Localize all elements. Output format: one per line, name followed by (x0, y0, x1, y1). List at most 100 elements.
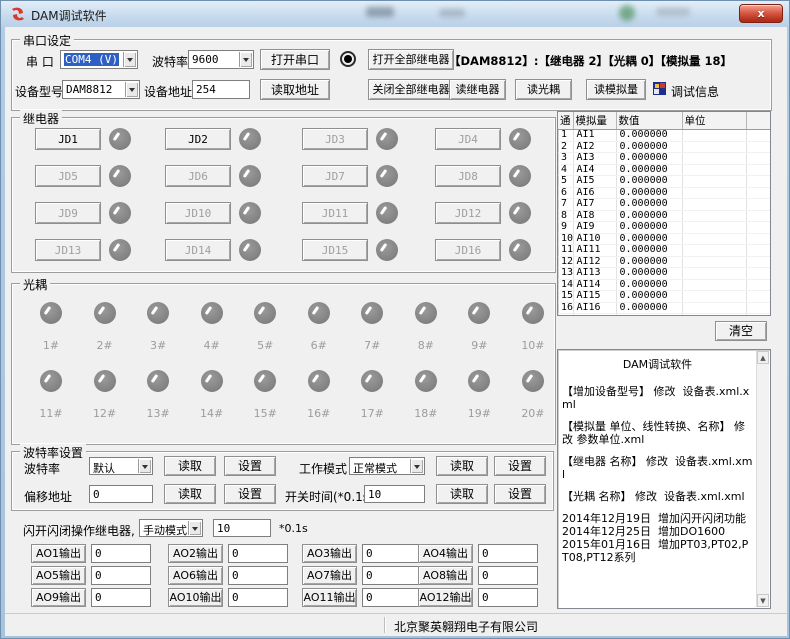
chevron-down-icon[interactable] (410, 459, 423, 473)
output-button-10[interactable]: AO10输出 (168, 588, 223, 607)
flash-mode-combobox[interactable]: 手动模式 (139, 519, 203, 537)
output-button-9[interactable]: AO9输出 (31, 588, 86, 607)
relay-button-jd3[interactable]: JD3 (302, 128, 368, 150)
relay-button-jd16[interactable]: JD16 (435, 239, 501, 261)
table-row[interactable]: 16AI160.000000 (558, 302, 770, 314)
output-value-1[interactable]: 0 (91, 544, 151, 563)
output-button-8[interactable]: AO8输出 (418, 566, 473, 585)
output-button-5[interactable]: AO5输出 (31, 566, 86, 585)
table-row[interactable]: 12AI120.000000 (558, 256, 770, 268)
workmode-set-button[interactable]: 设置 (494, 456, 546, 476)
output-button-2[interactable]: AO2输出 (168, 544, 223, 563)
analog-col-header[interactable]: 通 (558, 112, 573, 130)
output-button-12[interactable]: AO12输出 (418, 588, 473, 607)
relay-button-jd11[interactable]: JD11 (302, 202, 368, 224)
output-value-3[interactable]: 0 (362, 544, 422, 563)
table-row[interactable]: 14AI140.000000 (558, 279, 770, 291)
open-all-relays-button[interactable]: 打开全部继电器 (368, 49, 454, 70)
relay-button-jd9[interactable]: JD9 (35, 202, 101, 224)
clear-button[interactable]: 清空 (715, 321, 767, 341)
analog-col-header[interactable]: 模拟量 (573, 112, 616, 130)
relay-button-jd14[interactable]: JD14 (165, 239, 231, 261)
relay-button-jd15[interactable]: JD15 (302, 239, 368, 261)
table-row[interactable]: 5AI50.000000 (558, 176, 770, 188)
output-value-8[interactable]: 0 (478, 566, 538, 585)
table-row[interactable]: 7AI70.000000 (558, 199, 770, 211)
output-value-6[interactable]: 0 (228, 566, 288, 585)
debug-info-icon[interactable] (653, 82, 666, 95)
close-all-relays-button[interactable]: 关闭全部继电器 (368, 79, 454, 100)
table-row[interactable]: 11AI110.000000 (558, 245, 770, 257)
read-opto-button[interactable]: 读光耦 (515, 79, 572, 100)
close-button[interactable]: x (739, 4, 783, 23)
table-row[interactable]: 1AI10.000000 (558, 130, 770, 142)
output-button-3[interactable]: AO3输出 (302, 544, 357, 563)
output-value-7[interactable]: 0 (362, 566, 422, 585)
read-addr-button[interactable]: 读取地址 (260, 79, 330, 100)
table-row[interactable]: 15AI150.000000 (558, 291, 770, 303)
titlebar[interactable]: DAM调试软件 x (1, 1, 790, 27)
relay-button-jd12[interactable]: JD12 (435, 202, 501, 224)
relay-button-jd1[interactable]: JD1 (35, 128, 101, 150)
chevron-down-icon[interactable] (188, 521, 201, 535)
table-row[interactable]: 10AI100.000000 (558, 233, 770, 245)
read-analog-button[interactable]: 读模拟量 (586, 79, 646, 100)
table-row[interactable]: 2AI20.000000 (558, 141, 770, 153)
analog-table-header[interactable]: 通模拟量数值单位 (558, 112, 770, 130)
analog-col-header[interactable] (746, 112, 770, 130)
table-row[interactable]: 8AI80.000000 (558, 210, 770, 222)
analog-col-header[interactable]: 单位 (682, 112, 746, 130)
scroll-up-icon[interactable]: ▲ (757, 351, 769, 364)
table-row[interactable]: 4AI40.000000 (558, 164, 770, 176)
output-value-2[interactable]: 0 (228, 544, 288, 563)
relay-button-jd7[interactable]: JD7 (302, 165, 368, 187)
analog-table[interactable]: 通模拟量数值单位 1AI10.0000002AI20.0000003AI30.0… (557, 111, 771, 316)
relay-button-jd4[interactable]: JD4 (435, 128, 501, 150)
chevron-down-icon[interactable] (125, 82, 138, 97)
offset-input[interactable]: 0 (89, 485, 153, 503)
open-port-button[interactable]: 打开串口 (260, 49, 330, 70)
output-button-1[interactable]: AO1输出 (31, 544, 86, 563)
read-relay-button[interactable]: 读继电器 (449, 79, 506, 100)
flash-time-input[interactable]: 10 (213, 519, 271, 537)
scroll-down-icon[interactable]: ▼ (757, 594, 769, 607)
table-row[interactable] (558, 314, 770, 317)
workmode-read-button[interactable]: 读取 (436, 456, 488, 476)
baud-read-button[interactable]: 读取 (164, 456, 216, 476)
table-row[interactable]: 13AI130.000000 (558, 268, 770, 280)
addr-input[interactable]: 254 (192, 80, 250, 99)
baud-combobox[interactable]: 9600 (188, 50, 254, 69)
output-button-11[interactable]: AO11输出 (302, 588, 357, 607)
output-value-11[interactable]: 0 (362, 588, 422, 607)
offset-read-button[interactable]: 读取 (164, 484, 216, 504)
chevron-down-icon[interactable] (138, 459, 151, 473)
relay-button-jd6[interactable]: JD6 (165, 165, 231, 187)
relay-button-jd10[interactable]: JD10 (165, 202, 231, 224)
switch-time-input[interactable]: 10 (364, 485, 425, 503)
workmode-combobox[interactable]: 正常模式 (349, 457, 425, 475)
switch-set-button[interactable]: 设置 (494, 484, 546, 504)
relay-button-jd5[interactable]: JD5 (35, 165, 101, 187)
port-combobox[interactable]: COM4 (V) (60, 50, 138, 69)
output-value-4[interactable]: 0 (478, 544, 538, 563)
relay-button-jd13[interactable]: JD13 (35, 239, 101, 261)
output-button-7[interactable]: AO7输出 (302, 566, 357, 585)
relay-button-jd2[interactable]: JD2 (165, 128, 231, 150)
table-row[interactable]: 6AI60.000000 (558, 187, 770, 199)
output-value-10[interactable]: 0 (228, 588, 288, 607)
baud2-combobox[interactable]: 默认 (89, 457, 153, 475)
output-value-5[interactable]: 0 (91, 566, 151, 585)
switch-read-button[interactable]: 读取 (436, 484, 488, 504)
baud-set-button[interactable]: 设置 (224, 456, 276, 476)
output-button-6[interactable]: AO6输出 (168, 566, 223, 585)
output-button-4[interactable]: AO4输出 (418, 544, 473, 563)
table-row[interactable]: 3AI30.000000 (558, 153, 770, 165)
relay-button-jd8[interactable]: JD8 (435, 165, 501, 187)
model-combobox[interactable]: DAM8812 (62, 80, 140, 99)
output-value-9[interactable]: 0 (91, 588, 151, 607)
chevron-down-icon[interactable] (123, 52, 136, 67)
log-box[interactable]: DAM调试软件 【增加设备型号】 修改 设备表.xml.xml【模拟量 单位、线… (557, 349, 771, 609)
log-scrollbar[interactable]: ▲ ▼ (756, 351, 769, 607)
analog-col-header[interactable]: 数值 (616, 112, 682, 130)
output-value-12[interactable]: 0 (478, 588, 538, 607)
